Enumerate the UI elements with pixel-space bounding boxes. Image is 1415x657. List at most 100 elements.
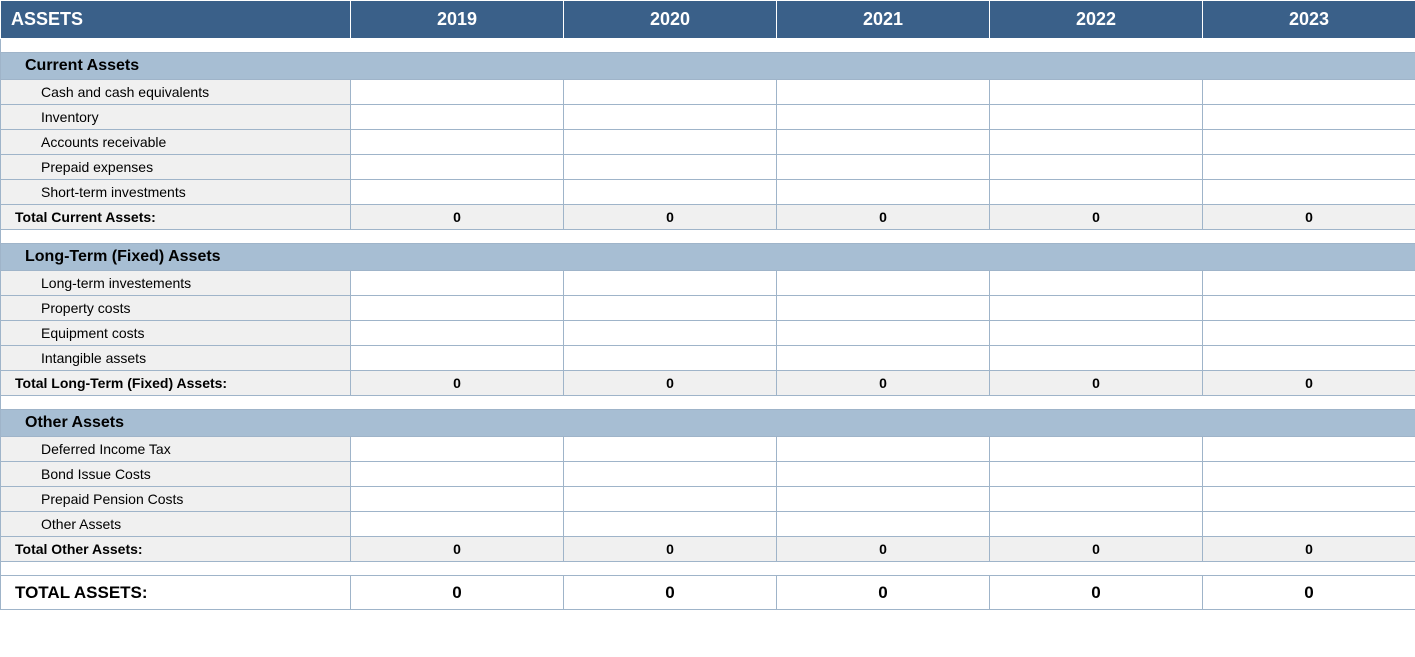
- line-item-label: Bond Issue Costs: [1, 462, 351, 487]
- grand-total-value: 0: [990, 576, 1203, 610]
- subtotal-label: Total Other Assets:: [1, 537, 351, 562]
- line-item-row: Intangible assets: [1, 346, 1415, 371]
- line-item-value[interactable]: [564, 271, 777, 296]
- line-item-value[interactable]: [777, 462, 990, 487]
- line-item-value[interactable]: [564, 487, 777, 512]
- line-item-value[interactable]: [564, 80, 777, 105]
- line-item-label: Property costs: [1, 296, 351, 321]
- line-item-value[interactable]: [990, 437, 1203, 462]
- line-item-value[interactable]: [990, 80, 1203, 105]
- line-item-value[interactable]: [564, 321, 777, 346]
- line-item-value[interactable]: [1203, 487, 1415, 512]
- line-item-value[interactable]: [777, 105, 990, 130]
- subtotal-value: 0: [777, 537, 990, 562]
- section-header: Other Assets: [1, 410, 1415, 437]
- line-item-value[interactable]: [990, 346, 1203, 371]
- subtotal-value: 0: [564, 371, 777, 396]
- line-item-value[interactable]: [351, 105, 564, 130]
- line-item-value[interactable]: [777, 80, 990, 105]
- line-item-value[interactable]: [351, 271, 564, 296]
- line-item-value[interactable]: [990, 180, 1203, 205]
- subtotal-value: 0: [564, 537, 777, 562]
- line-item-value[interactable]: [564, 346, 777, 371]
- spacer-cell: [1, 230, 1415, 244]
- line-item-value[interactable]: [564, 130, 777, 155]
- grand-total-value: 0: [564, 576, 777, 610]
- line-item-value[interactable]: [1203, 271, 1415, 296]
- spacer-row: [1, 562, 1415, 576]
- spacer-cell: [1, 396, 1415, 410]
- line-item-value[interactable]: [990, 296, 1203, 321]
- line-item-row: Accounts receivable: [1, 130, 1415, 155]
- line-item-value[interactable]: [564, 105, 777, 130]
- line-item-value[interactable]: [1203, 512, 1415, 537]
- line-item-row: Prepaid Pension Costs: [1, 487, 1415, 512]
- balance-sheet-table: ASSETS20192020202120222023Current Assets…: [0, 0, 1415, 610]
- line-item-value[interactable]: [990, 512, 1203, 537]
- line-item-value[interactable]: [990, 155, 1203, 180]
- line-item-value[interactable]: [1203, 437, 1415, 462]
- line-item-value[interactable]: [351, 462, 564, 487]
- line-item-value[interactable]: [351, 512, 564, 537]
- line-item-value[interactable]: [990, 321, 1203, 346]
- line-item-value[interactable]: [777, 296, 990, 321]
- line-item-value[interactable]: [990, 105, 1203, 130]
- line-item-value[interactable]: [990, 130, 1203, 155]
- line-item-value[interactable]: [351, 487, 564, 512]
- line-item-value[interactable]: [777, 130, 990, 155]
- line-item-value[interactable]: [1203, 296, 1415, 321]
- line-item-value[interactable]: [990, 487, 1203, 512]
- line-item-value[interactable]: [351, 130, 564, 155]
- line-item-label: Cash and cash equivalents: [1, 80, 351, 105]
- subtotal-row: Total Current Assets:00000: [1, 205, 1415, 230]
- line-item-value[interactable]: [990, 271, 1203, 296]
- line-item-value[interactable]: [777, 512, 990, 537]
- line-item-row: Long-term investements: [1, 271, 1415, 296]
- subtotal-value: 0: [351, 371, 564, 396]
- subtotal-label: Total Long-Term (Fixed) Assets:: [1, 371, 351, 396]
- line-item-value[interactable]: [564, 296, 777, 321]
- subtotal-value: 0: [351, 205, 564, 230]
- section-header: Current Assets: [1, 53, 1415, 80]
- line-item-value[interactable]: [351, 321, 564, 346]
- line-item-value[interactable]: [1203, 346, 1415, 371]
- subtotal-value: 0: [990, 205, 1203, 230]
- line-item-value[interactable]: [777, 437, 990, 462]
- subtotal-row: Total Long-Term (Fixed) Assets:00000: [1, 371, 1415, 396]
- line-item-value[interactable]: [351, 80, 564, 105]
- grand-total-value: 0: [351, 576, 564, 610]
- line-item-value[interactable]: [351, 155, 564, 180]
- line-item-label: Deferred Income Tax: [1, 437, 351, 462]
- line-item-row: Cash and cash equivalents: [1, 80, 1415, 105]
- line-item-value[interactable]: [351, 437, 564, 462]
- line-item-value[interactable]: [777, 271, 990, 296]
- line-item-value[interactable]: [777, 346, 990, 371]
- assets-header: ASSETS: [1, 1, 351, 39]
- line-item-label: Prepaid expenses: [1, 155, 351, 180]
- line-item-value[interactable]: [351, 296, 564, 321]
- line-item-value[interactable]: [1203, 105, 1415, 130]
- line-item-value[interactable]: [1203, 180, 1415, 205]
- line-item-value[interactable]: [777, 487, 990, 512]
- line-item-value[interactable]: [1203, 80, 1415, 105]
- line-item-value[interactable]: [351, 346, 564, 371]
- line-item-value[interactable]: [777, 321, 990, 346]
- line-item-value[interactable]: [1203, 321, 1415, 346]
- line-item-value[interactable]: [351, 180, 564, 205]
- subtotal-value: 0: [564, 205, 777, 230]
- line-item-value[interactable]: [990, 462, 1203, 487]
- line-item-value[interactable]: [777, 180, 990, 205]
- line-item-value[interactable]: [564, 462, 777, 487]
- spacer-row: [1, 39, 1415, 53]
- line-item-value[interactable]: [564, 155, 777, 180]
- subtotal-row: Total Other Assets:00000: [1, 537, 1415, 562]
- year-header: 2020: [564, 1, 777, 39]
- line-item-value[interactable]: [564, 512, 777, 537]
- line-item-value[interactable]: [1203, 130, 1415, 155]
- line-item-value[interactable]: [1203, 462, 1415, 487]
- line-item-value[interactable]: [1203, 155, 1415, 180]
- grand-total-value: 0: [777, 576, 990, 610]
- line-item-value[interactable]: [777, 155, 990, 180]
- line-item-value[interactable]: [564, 437, 777, 462]
- line-item-value[interactable]: [564, 180, 777, 205]
